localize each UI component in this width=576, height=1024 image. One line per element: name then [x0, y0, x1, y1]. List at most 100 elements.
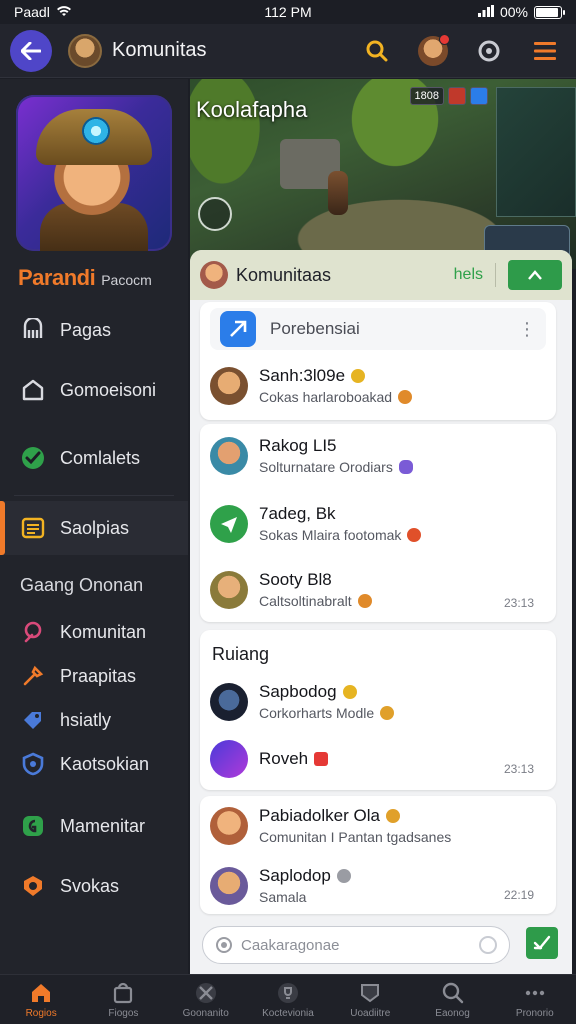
- pinned-title: Porebensiai: [270, 319, 360, 338]
- sidebar-item-hsiatly[interactable]: hsiatly: [0, 695, 188, 745]
- user-status: Samala: [259, 889, 307, 905]
- tab-label: Koctevionia: [262, 1007, 314, 1019]
- settings-button[interactable]: [474, 36, 504, 66]
- members-card: Rakog LI5 Solturnatare Orodiars 7adeg, B…: [200, 424, 556, 622]
- avatar: [210, 570, 248, 609]
- game-cover-image[interactable]: [16, 95, 172, 251]
- list-item[interactable]: Pabiadolker Ola Comunitan I Pantan tgads…: [210, 806, 546, 845]
- tab-home[interactable]: Rogios: [0, 975, 82, 1024]
- user-name: Sanh:3l09e: [259, 366, 346, 385]
- mini-map[interactable]: [496, 87, 576, 217]
- shield-icon: [20, 751, 46, 777]
- sidebar-item-label: Mamenitar: [60, 815, 146, 836]
- game-hud: 1808: [409, 87, 488, 105]
- carrier-name: Paadl: [14, 4, 50, 20]
- help-link[interactable]: hels: [454, 266, 483, 284]
- list-item[interactable]: Sanh:3l09e Cokas harlaroboakad: [210, 366, 546, 405]
- tab-label: Fiogos: [108, 1007, 139, 1019]
- sidebar-item-label: Kaotsokian: [60, 753, 150, 774]
- header-actions: [362, 33, 566, 66]
- divider: [14, 495, 174, 496]
- notification-badge: [439, 33, 450, 45]
- sidebar-item-saolpias[interactable]: Saolpias: [0, 501, 188, 555]
- search-button[interactable]: [362, 36, 392, 66]
- list-item[interactable]: Rakog LI5 Solturnatare Orodiars: [210, 436, 546, 475]
- back-button[interactable]: [10, 29, 52, 72]
- sidebar-item-komunitan[interactable]: Komunitan: [0, 607, 188, 657]
- sidebar-item-label: Praapitas: [60, 665, 137, 686]
- user-status: Corkorharts Modle: [259, 705, 375, 721]
- chevron-up-icon: [528, 270, 542, 280]
- user-name: Sooty Bl8: [259, 570, 332, 589]
- sidebar-item-label: Komunitan: [60, 621, 147, 642]
- sidebar-item-label: Pagas: [60, 319, 112, 340]
- emoji-icon: [357, 594, 372, 608]
- list-item[interactable]: 7adeg, Bk Sokas Mlaira footomak: [210, 504, 546, 543]
- tab-label: Goonanito: [182, 1007, 229, 1019]
- user-status: Caltsoltinabralt: [259, 593, 352, 609]
- user-status: Sokas Mlaira footomak: [259, 527, 402, 543]
- sidebar-item-mamenitar[interactable]: Mamenitar: [0, 801, 188, 851]
- section-title: Ruiang: [212, 644, 270, 664]
- panel-avatar: [200, 261, 228, 289]
- send-button[interactable]: [526, 927, 558, 959]
- expand-button[interactable]: [508, 260, 562, 290]
- signal-icon: [477, 4, 494, 20]
- status-bar: Paadl 112 PM 00%: [0, 0, 576, 24]
- tab-events[interactable]: Uoadiitre: [329, 975, 411, 1024]
- profile-button[interactable]: [418, 33, 450, 66]
- sidebar-item-gomoeisoni[interactable]: Gomoeisoni: [0, 365, 188, 415]
- panel-title: Komunitaas: [236, 264, 332, 285]
- list-icon: [20, 515, 46, 541]
- sidebar-item-pagas[interactable]: Pagas: [0, 305, 188, 355]
- game-hero: [328, 171, 348, 215]
- section-heading: Gaang Ononan: [20, 575, 144, 595]
- send-icon: [221, 516, 237, 533]
- tab-profile[interactable]: Pronorio: [494, 975, 576, 1024]
- pinned-row[interactable]: Porebensiai ⋮: [210, 308, 546, 350]
- carrier-group: Paadl: [14, 4, 72, 20]
- sidebar-item-praapitas[interactable]: Praapitas: [0, 651, 188, 701]
- battery-icon: [534, 5, 565, 19]
- arrow-left-icon: [21, 41, 41, 60]
- avatar: [210, 740, 248, 778]
- sidebar-item-label: hsiatly: [60, 709, 112, 730]
- room-card: Ruiang Sapbodog Corkorharts Modle Roveh …: [200, 630, 556, 790]
- tab-battle[interactable]: Goonanito: [165, 975, 247, 1024]
- sidebar-item-comlalets[interactable]: Comlalets: [0, 433, 188, 483]
- user-status: Comunitan I Pantan tgadsanes: [259, 829, 452, 845]
- kebab-icon[interactable]: ⋮: [518, 319, 536, 340]
- check-send-icon: [533, 935, 551, 950]
- game-title: Koolafapha: [196, 97, 308, 122]
- list-item[interactable]: Sooty Bl8 Caltsoltinabralt 23:13: [210, 570, 546, 610]
- hud-counter: 1808: [409, 87, 444, 105]
- menu-button[interactable]: [530, 36, 560, 66]
- user-name: 7adeg, Bk: [259, 504, 336, 523]
- message-input[interactable]: Caakaragonae: [202, 926, 510, 964]
- brand-name: Parandi: [18, 265, 96, 290]
- avatar: [210, 682, 248, 721]
- sidebar: Parandi Pacocm Pagas Gomoeisoni Comlalet…: [0, 79, 188, 974]
- chart-icon: [20, 813, 46, 839]
- list-item[interactable]: Roveh 23:13: [210, 740, 546, 778]
- tab-search[interactable]: Eaonog: [411, 975, 493, 1024]
- emoji-icon: [407, 528, 422, 542]
- list-item[interactable]: Saplodop Samala 22:19: [210, 866, 546, 905]
- sidebar-item-kaotsokian[interactable]: Kaotsokian: [0, 739, 188, 789]
- joystick-button[interactable]: [198, 197, 232, 231]
- user-status: Solturnatare Orodiars: [259, 459, 393, 475]
- tab-label: Uoadiitre: [350, 1007, 391, 1019]
- tab-store[interactable]: Fiogos: [82, 975, 164, 1024]
- emoji-icon: [380, 706, 395, 720]
- game-preview[interactable]: Koolafapha 1808: [190, 79, 576, 269]
- search-icon: [366, 40, 388, 61]
- community-avatar[interactable]: [68, 33, 102, 68]
- clear-icon[interactable]: [479, 936, 497, 954]
- list-item[interactable]: Sapbodog Corkorharts Modle: [210, 682, 546, 721]
- tab-ranking[interactable]: Koctevionia: [247, 975, 329, 1024]
- bag-icon: [111, 981, 135, 1005]
- tab-label: Pronorio: [515, 1007, 554, 1019]
- sidebar-item-svokas[interactable]: Svokas: [0, 861, 188, 911]
- sidebar-item-label: Comlalets: [60, 447, 141, 468]
- user-name: Sapbodog: [259, 682, 337, 701]
